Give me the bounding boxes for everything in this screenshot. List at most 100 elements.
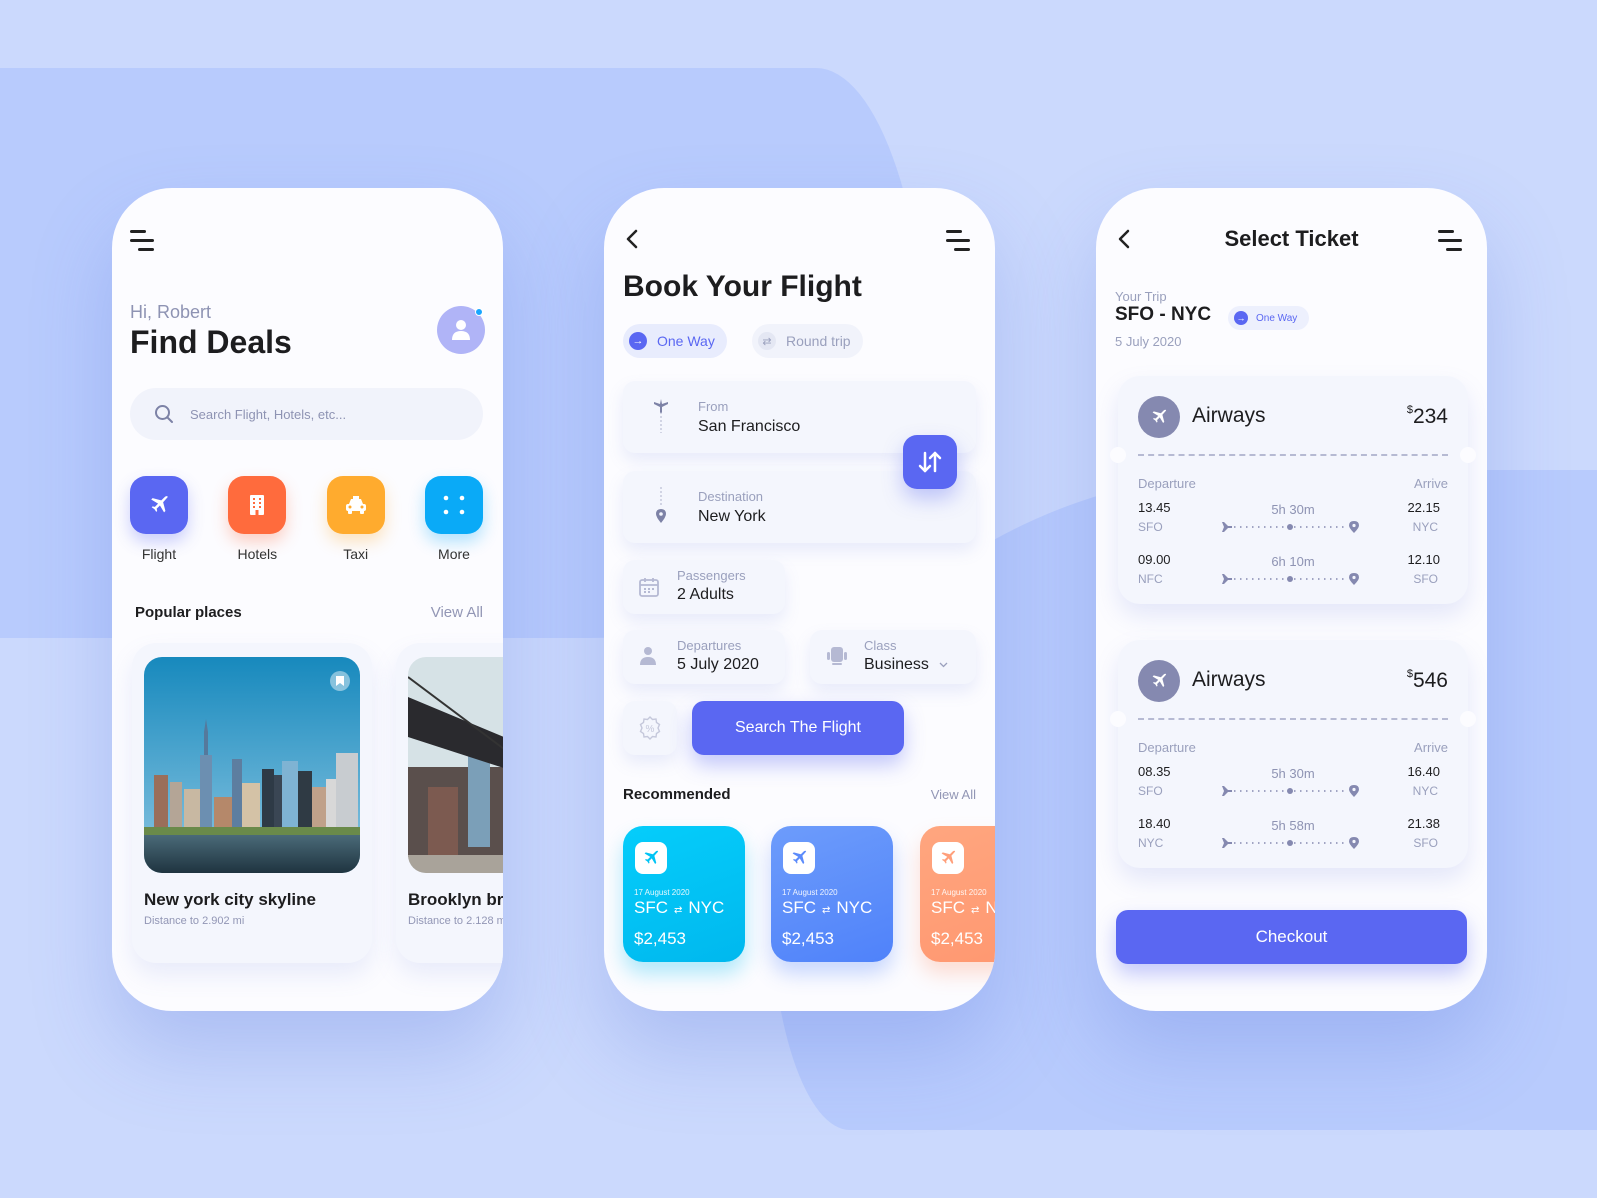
category-taxi[interactable]: Taxi [326,476,385,562]
avatar[interactable] [437,306,485,354]
category-more[interactable]: More [424,476,483,562]
field-label: Departures [677,638,742,653]
field-label: Class [864,638,897,653]
trip-label: Your Trip [1115,289,1167,304]
airline-logo [1138,396,1180,438]
place-card[interactable]: New york city skyline Distance to 2.902 … [132,643,372,963]
category-label: Hotels [237,546,278,562]
category-flight[interactable]: Flight [130,476,188,562]
flight-price: $2,453 [782,929,834,948]
section-title: Recommended [623,786,731,803]
flight-price: $2,453 [634,929,686,948]
hamburger-menu-icon[interactable] [130,230,156,252]
location-pin-icon [655,487,667,523]
search-bar[interactable] [130,388,483,440]
flight-path-icon [1220,785,1359,797]
place-name: Brooklyn bridge [408,890,503,909]
class-dropdown[interactable]: Class Business [810,630,976,684]
popular-places-header: Popular places View All [135,604,483,621]
flight-duration: 5h 30m [1271,502,1315,517]
plane-icon [635,842,667,874]
departure-header: Departure [1138,740,1196,755]
departure-code: SFO [1138,520,1163,534]
category-hotels[interactable]: Hotels [228,476,287,562]
departure-code: NFC [1138,572,1163,586]
flight-duration: 5h 30m [1271,766,1315,781]
flight-route: SFC⇄NYC [931,898,995,917]
flight-date: 17 August 2020 [782,888,838,897]
search-input[interactable] [190,406,450,422]
ticket-card[interactable]: Airways $234 Departure Arrive 13.45 SFO 22… [1110,376,1476,604]
place-card[interactable]: Brooklyn bridge Distance to 2.128 mi [396,643,503,963]
person-icon [639,646,657,666]
field-value: New York [698,508,766,525]
seat-icon [826,646,848,666]
arrive-header: Arrive [1414,740,1448,755]
plane-icon [932,842,964,874]
field-label: Destination [698,489,764,504]
trip-type-round-trip[interactable]: ⇄ Round trip [752,324,863,358]
recommended-flight-card[interactable]: 17 August 2020 SFC⇄NYC $2,453 [771,826,893,962]
plane-icon [1152,673,1167,687]
arrival-code: NYC [1412,520,1438,534]
phone-home-screen: Hi, Robert Find Deals Flight Hotels Taxi [112,188,503,1011]
arrive-header: Arrive [1414,476,1448,491]
search-icon [155,405,173,423]
checkout-button[interactable]: Checkout [1116,910,1467,964]
plane-icon [151,496,168,513]
view-all-link[interactable]: View All [931,787,976,802]
field-label: Passengers [677,568,746,583]
user-icon [452,320,470,340]
ticket-price: $546 [1406,668,1448,692]
place-image-brooklyn-bridge [408,657,503,873]
swap-vertical-icon [918,451,942,473]
notification-dot [475,308,483,316]
recommended-flight-card[interactable]: 17 August 2020 SFC⇄NYC $2,453 [920,826,995,962]
plane-icon [1152,409,1167,423]
trip-type-one-way[interactable]: → One Way [623,324,727,358]
svg-text:%: % [646,724,655,735]
chip-label: One Way [657,333,715,349]
airline-name: Airways [1192,668,1266,691]
ticket-notch [1110,711,1126,727]
phone-booking-screen: Book Your Flight → One Way ⇄ Round trip … [604,188,995,1011]
place-distance: Distance to 2.902 mi [144,915,245,927]
plane-icon [783,842,815,874]
city-skyline-photo [144,657,360,873]
flight-path-icon [1220,573,1359,585]
passengers-field[interactable]: Passengers 2 Adults [623,560,785,614]
departure-code: NYC [1138,836,1164,850]
bookmark-button[interactable] [330,671,350,691]
trip-route: SFO - NYC [1115,304,1212,325]
category-row: Flight Hotels Taxi More [130,476,483,562]
field-value: Business [864,656,929,673]
category-label: Taxi [343,546,369,562]
page-title: Select Ticket [1224,226,1359,251]
bridge-photo [408,657,503,873]
chevron-left-icon [626,229,638,249]
departures-field[interactable]: Departures 5 July 2020 [623,630,785,684]
discount-button[interactable]: % [623,701,677,755]
ticket-card[interactable]: Airways $546 Departure Arrive 08.35 SFO 16… [1110,640,1476,868]
ticket-notch [1460,711,1476,727]
flight-price: $2,453 [931,929,983,948]
phone-select-ticket-screen: Select Ticket Your Trip SFO - NYC → One … [1096,188,1487,1011]
category-label: Flight [141,546,177,562]
recommended-flight-card[interactable]: 17 August 2020 SFC⇄NYC $2,453 [623,826,745,962]
swap-locations-button[interactable] [903,435,957,489]
taxi-icon [345,496,366,514]
recommended-header: Recommended View All [623,786,976,803]
hamburger-menu-icon[interactable] [1438,230,1464,252]
trip-date: 5 July 2020 [1115,334,1182,349]
search-flight-button[interactable]: Search The Flight [692,701,904,755]
view-all-link[interactable]: View All [431,604,483,621]
swap-arrows-icon: ⇄ [758,332,776,350]
flight-duration: 5h 58m [1271,818,1315,833]
place-name: New york city skyline [144,890,316,909]
airline-name: Airways [1192,404,1266,427]
chevron-down-icon [939,662,948,668]
chip-label: Round trip [786,333,851,349]
flight-path-icon [1220,837,1359,849]
hamburger-menu-icon[interactable] [946,230,972,252]
back-button[interactable] [622,228,642,250]
